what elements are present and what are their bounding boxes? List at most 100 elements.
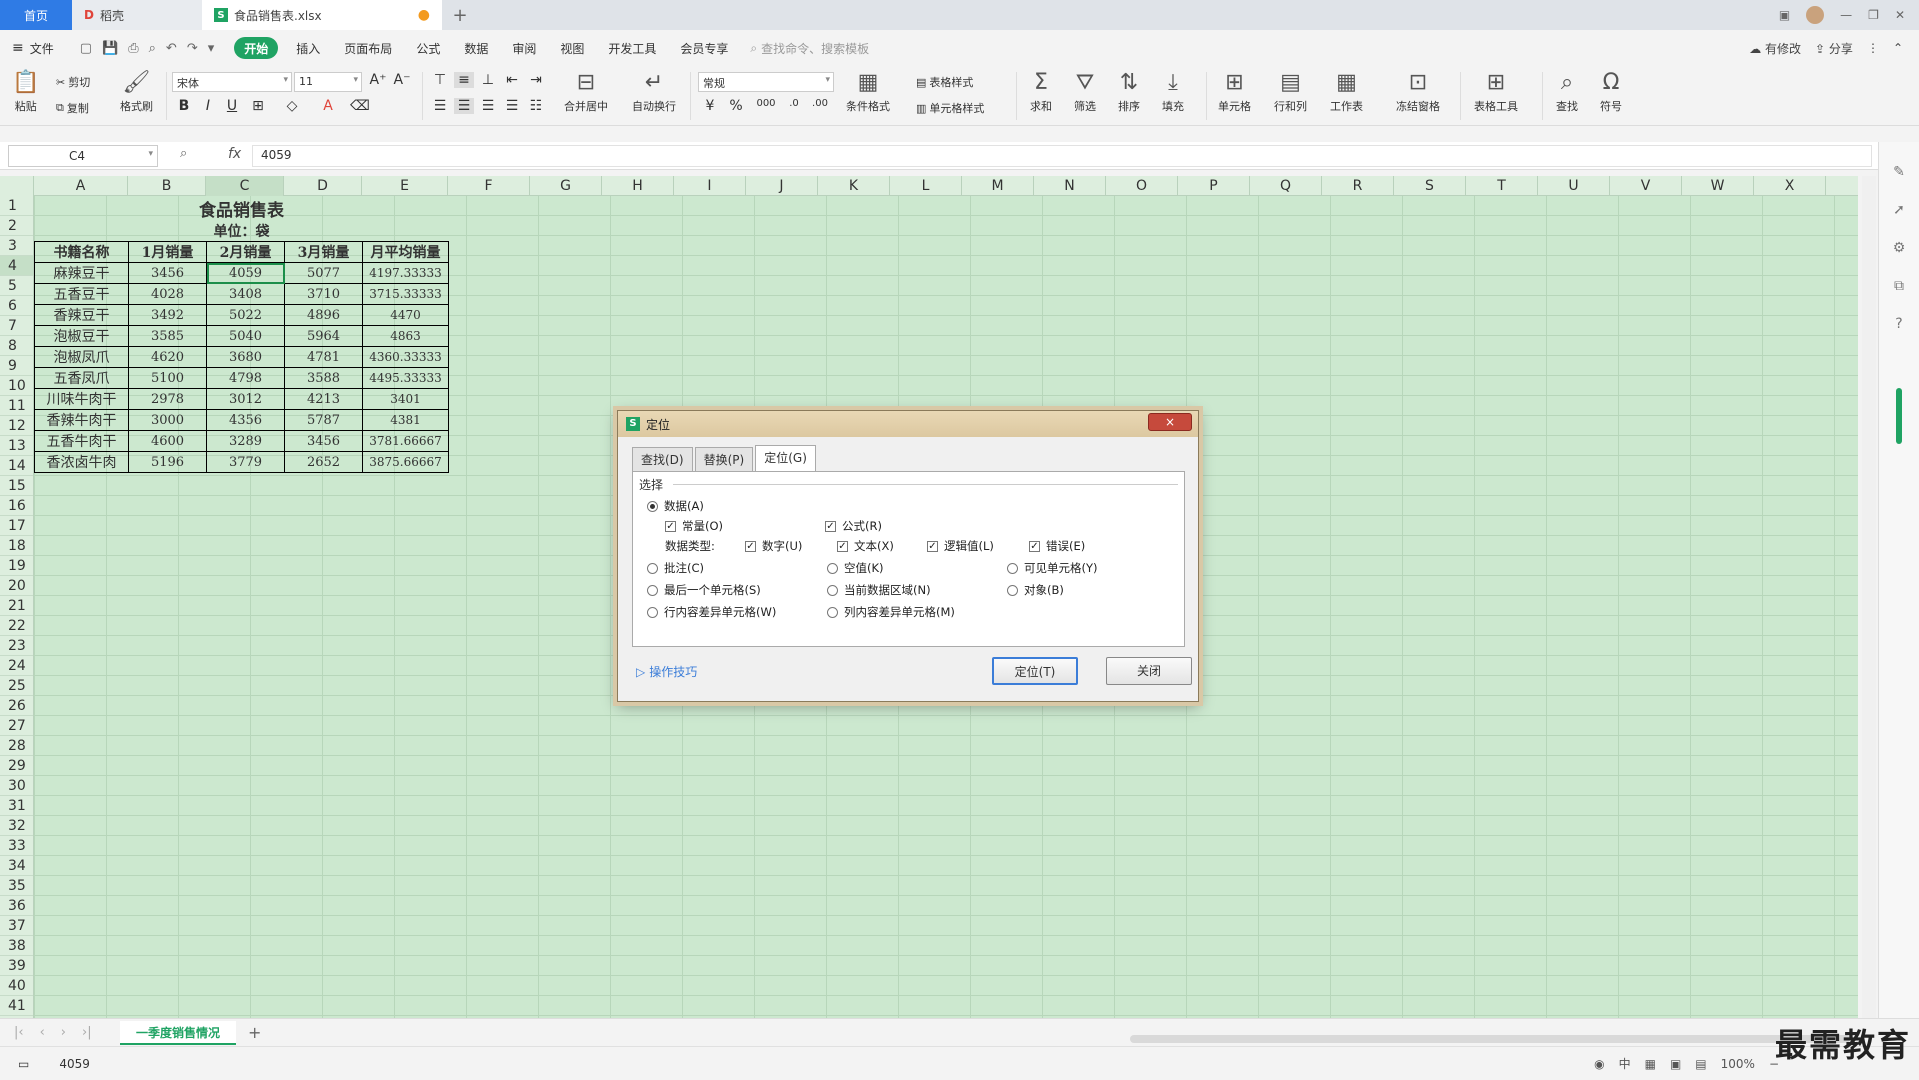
- col-header-v[interactable]: V: [1610, 176, 1682, 196]
- row-header[interactable]: 7: [0, 316, 33, 336]
- row-header[interactable]: 36: [0, 896, 33, 916]
- dialog-title-bar[interactable]: S 定位: [618, 411, 1198, 437]
- table-cell[interactable]: 3456: [128, 262, 207, 284]
- row-header[interactable]: 19: [0, 556, 33, 576]
- col-header-c[interactable]: C: [206, 176, 284, 196]
- row-header[interactable]: 29: [0, 756, 33, 776]
- symbol-button[interactable]: Ω 符号: [1600, 70, 1622, 114]
- col-header-p[interactable]: P: [1178, 176, 1250, 196]
- table-cell[interactable]: 3875.66667: [362, 451, 449, 473]
- table-cell[interactable]: 2652: [284, 451, 363, 473]
- paste-button[interactable]: 📋 粘贴: [12, 70, 39, 114]
- header-feb[interactable]: 2月销量: [206, 241, 285, 263]
- col-header-a[interactable]: A: [34, 176, 128, 196]
- sort-button[interactable]: ⇅ 排序: [1118, 70, 1140, 114]
- table-cell[interactable]: 3715.33333: [362, 283, 449, 305]
- row-header[interactable]: 23: [0, 636, 33, 656]
- new-doc-icon[interactable]: ▢: [80, 41, 92, 56]
- sidebar-scroll-indicator[interactable]: [1896, 388, 1902, 444]
- table-cell[interactable]: 4781: [284, 346, 363, 368]
- menu-view[interactable]: 视图: [548, 30, 596, 66]
- radio-object[interactable]: 对象(B): [1007, 582, 1064, 598]
- table-cell[interactable]: 5100: [128, 367, 207, 389]
- header-name[interactable]: 书籍名称: [34, 241, 129, 263]
- table-cell[interactable]: 3012: [206, 388, 285, 410]
- distributed-icon[interactable]: ☷: [526, 98, 546, 114]
- row-header[interactable]: 21: [0, 596, 33, 616]
- table-cell[interactable]: 2978: [128, 388, 207, 410]
- merge-center-button[interactable]: ⊟ 合并居中: [564, 70, 608, 114]
- page-layout-view-icon[interactable]: ▣: [1670, 1057, 1681, 1071]
- file-menu[interactable]: 文件: [28, 30, 66, 66]
- menu-start[interactable]: 开始: [234, 37, 279, 59]
- input-method-icon[interactable]: 中: [1619, 1055, 1631, 1072]
- decrease-decimal-icon[interactable]: .00: [810, 98, 830, 109]
- locate-button[interactable]: 定位(T): [992, 657, 1078, 685]
- col-header-q[interactable]: Q: [1250, 176, 1322, 196]
- status-left-icon[interactable]: ▭: [18, 1057, 29, 1071]
- col-header-e[interactable]: E: [362, 176, 448, 196]
- font-color-icon[interactable]: A: [318, 98, 338, 114]
- row-header[interactable]: 1: [0, 196, 33, 216]
- tab-replace[interactable]: 替换(P): [694, 447, 754, 474]
- table-cell[interactable]: 3000: [128, 409, 207, 431]
- restore-icon[interactable]: ❐: [1868, 8, 1879, 22]
- table-tools-button[interactable]: ⊞ 表格工具: [1474, 70, 1518, 114]
- row-header[interactable]: 2: [0, 216, 33, 236]
- normal-view-icon[interactable]: ▦: [1645, 1057, 1656, 1071]
- radio-row-diff[interactable]: 行内容差异单元格(W): [647, 604, 776, 620]
- table-cell[interactable]: 泡椒凤爪: [34, 346, 129, 368]
- formula-input[interactable]: 4059: [252, 145, 1872, 167]
- table-cell[interactable]: 4360.33333: [362, 346, 449, 368]
- row-header[interactable]: 37: [0, 916, 33, 936]
- fill-color-icon[interactable]: ◇: [282, 98, 302, 114]
- col-header-d[interactable]: D: [284, 176, 362, 196]
- table-cell[interactable]: 3710: [284, 283, 363, 305]
- row-header[interactable]: 9: [0, 356, 33, 376]
- table-cell[interactable]: 4213: [284, 388, 363, 410]
- col-header-o[interactable]: O: [1106, 176, 1178, 196]
- table-cell[interactable]: 4600: [128, 430, 207, 452]
- row-header[interactable]: 15: [0, 476, 33, 496]
- col-header-w[interactable]: W: [1682, 176, 1754, 196]
- check-text[interactable]: ✓ 文本(X): [837, 538, 894, 554]
- col-header-b[interactable]: B: [128, 176, 206, 196]
- conditional-format-button[interactable]: ▦ 条件格式: [846, 70, 890, 114]
- tab-home[interactable]: 首页: [0, 0, 72, 30]
- window-layout-icon[interactable]: ▣: [1779, 8, 1790, 22]
- row-header[interactable]: 40: [0, 976, 33, 996]
- tips-link[interactable]: ▷ 操作技巧: [636, 663, 697, 680]
- align-center-icon[interactable]: ☰: [454, 98, 474, 114]
- row-header[interactable]: 38: [0, 936, 33, 956]
- radio-visible[interactable]: 可见单元格(Y): [1007, 560, 1098, 576]
- table-cell[interactable]: 麻辣豆干: [34, 262, 129, 284]
- col-header-j[interactable]: J: [746, 176, 818, 196]
- table-cell[interactable]: 5787: [284, 409, 363, 431]
- table-unit[interactable]: 单位：袋: [35, 221, 449, 242]
- copy-button[interactable]: ⧉ 复制: [56, 100, 89, 116]
- table-cell[interactable]: 4495.33333: [362, 367, 449, 389]
- align-right-icon[interactable]: ☰: [478, 98, 498, 114]
- border-icon[interactable]: ⊞: [248, 98, 268, 114]
- row-header[interactable]: 12: [0, 416, 33, 436]
- align-top-icon[interactable]: ⊤: [430, 72, 450, 88]
- next-sheet-icon[interactable]: ›: [61, 1025, 66, 1040]
- tab-find[interactable]: 查找(D): [632, 447, 693, 474]
- filter-button[interactable]: ⛛ 筛选: [1074, 70, 1096, 114]
- header-avg[interactable]: 月平均销量: [362, 241, 449, 263]
- table-cell[interactable]: 5196: [128, 451, 207, 473]
- format-painter-button[interactable]: 🖌 格式刷: [120, 70, 153, 114]
- check-logical[interactable]: ✓ 逻辑值(L): [927, 538, 994, 554]
- sidebar-backup-icon[interactable]: ⧉: [1894, 278, 1904, 294]
- justify-icon[interactable]: ☰: [502, 98, 522, 114]
- indent-decrease-icon[interactable]: ⇤: [502, 72, 522, 88]
- table-cell[interactable]: 4028: [128, 283, 207, 305]
- avatar[interactable]: [1806, 6, 1825, 24]
- number-format-select[interactable]: 常规: [698, 72, 834, 92]
- eye-protection-icon[interactable]: ◉: [1594, 1057, 1604, 1071]
- col-header-u[interactable]: U: [1538, 176, 1610, 196]
- row-header[interactable]: 24: [0, 656, 33, 676]
- row-header[interactable]: 13: [0, 436, 33, 456]
- row-header[interactable]: 8: [0, 336, 33, 356]
- menu-developer[interactable]: 开发工具: [596, 30, 668, 66]
